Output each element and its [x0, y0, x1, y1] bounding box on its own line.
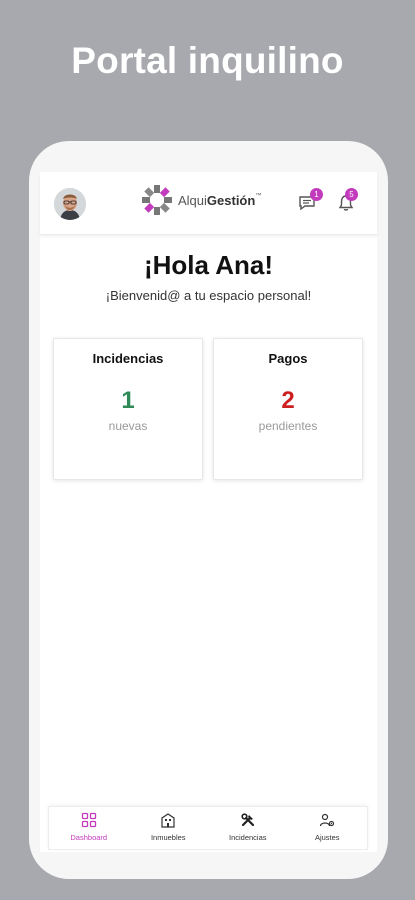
- nav-item-ajustes[interactable]: Ajustes: [288, 807, 368, 849]
- dashboard-icon: [81, 812, 96, 828]
- incidents-card[interactable]: Incidencias 1 nuevas: [53, 338, 203, 480]
- card-subtitle: nuevas: [108, 419, 148, 433]
- notifications-badge: 5: [345, 188, 358, 201]
- payments-count: 2: [281, 387, 295, 414]
- messages-badge: 1: [310, 188, 323, 201]
- incidents-count: 1: [121, 387, 135, 414]
- building-icon: [161, 813, 175, 828]
- app-screen: AlquiGestión™ 1 5 ¡Hola Ana! ¡Bienvenid@…: [40, 172, 377, 852]
- card-subtitle: pendientes: [258, 419, 318, 433]
- avatar-image: [54, 188, 86, 220]
- card-title: Pagos: [268, 351, 308, 366]
- logo-mark-icon: [142, 185, 172, 215]
- nav-item-inmuebles[interactable]: Inmuebles: [129, 807, 209, 849]
- settings-icon: [320, 813, 335, 827]
- avatar[interactable]: [54, 188, 86, 220]
- bottom-nav: Dashboard Inmuebles Incidencias Ajustes: [48, 806, 368, 850]
- app-logo[interactable]: AlquiGestión™: [140, 183, 261, 217]
- greeting-title: ¡Hola Ana!: [143, 250, 274, 280]
- payments-card[interactable]: Pagos 2 pendientes: [213, 338, 363, 480]
- nav-label: Incidencias: [228, 833, 267, 842]
- card-title: Incidencias: [92, 351, 164, 366]
- tools-icon: [241, 813, 254, 827]
- app-header: AlquiGestión™ 1 5: [40, 172, 377, 235]
- welcome-text: ¡Bienvenid@ a tu espacio personal!: [105, 288, 312, 303]
- notifications-button[interactable]: 5: [337, 188, 359, 216]
- nav-label: Ajustes: [314, 833, 340, 842]
- nav-item-dashboard[interactable]: Dashboard: [49, 807, 129, 849]
- messages-button[interactable]: 1: [298, 188, 323, 216]
- nav-label: Dashboard: [70, 833, 108, 842]
- nav-item-incidencias[interactable]: Incidencias: [208, 807, 288, 849]
- nav-label: Inmuebles: [150, 833, 186, 842]
- logo-text: AlquiGestión™: [178, 192, 262, 208]
- promo-title: Portal inquilino: [71, 40, 344, 81]
